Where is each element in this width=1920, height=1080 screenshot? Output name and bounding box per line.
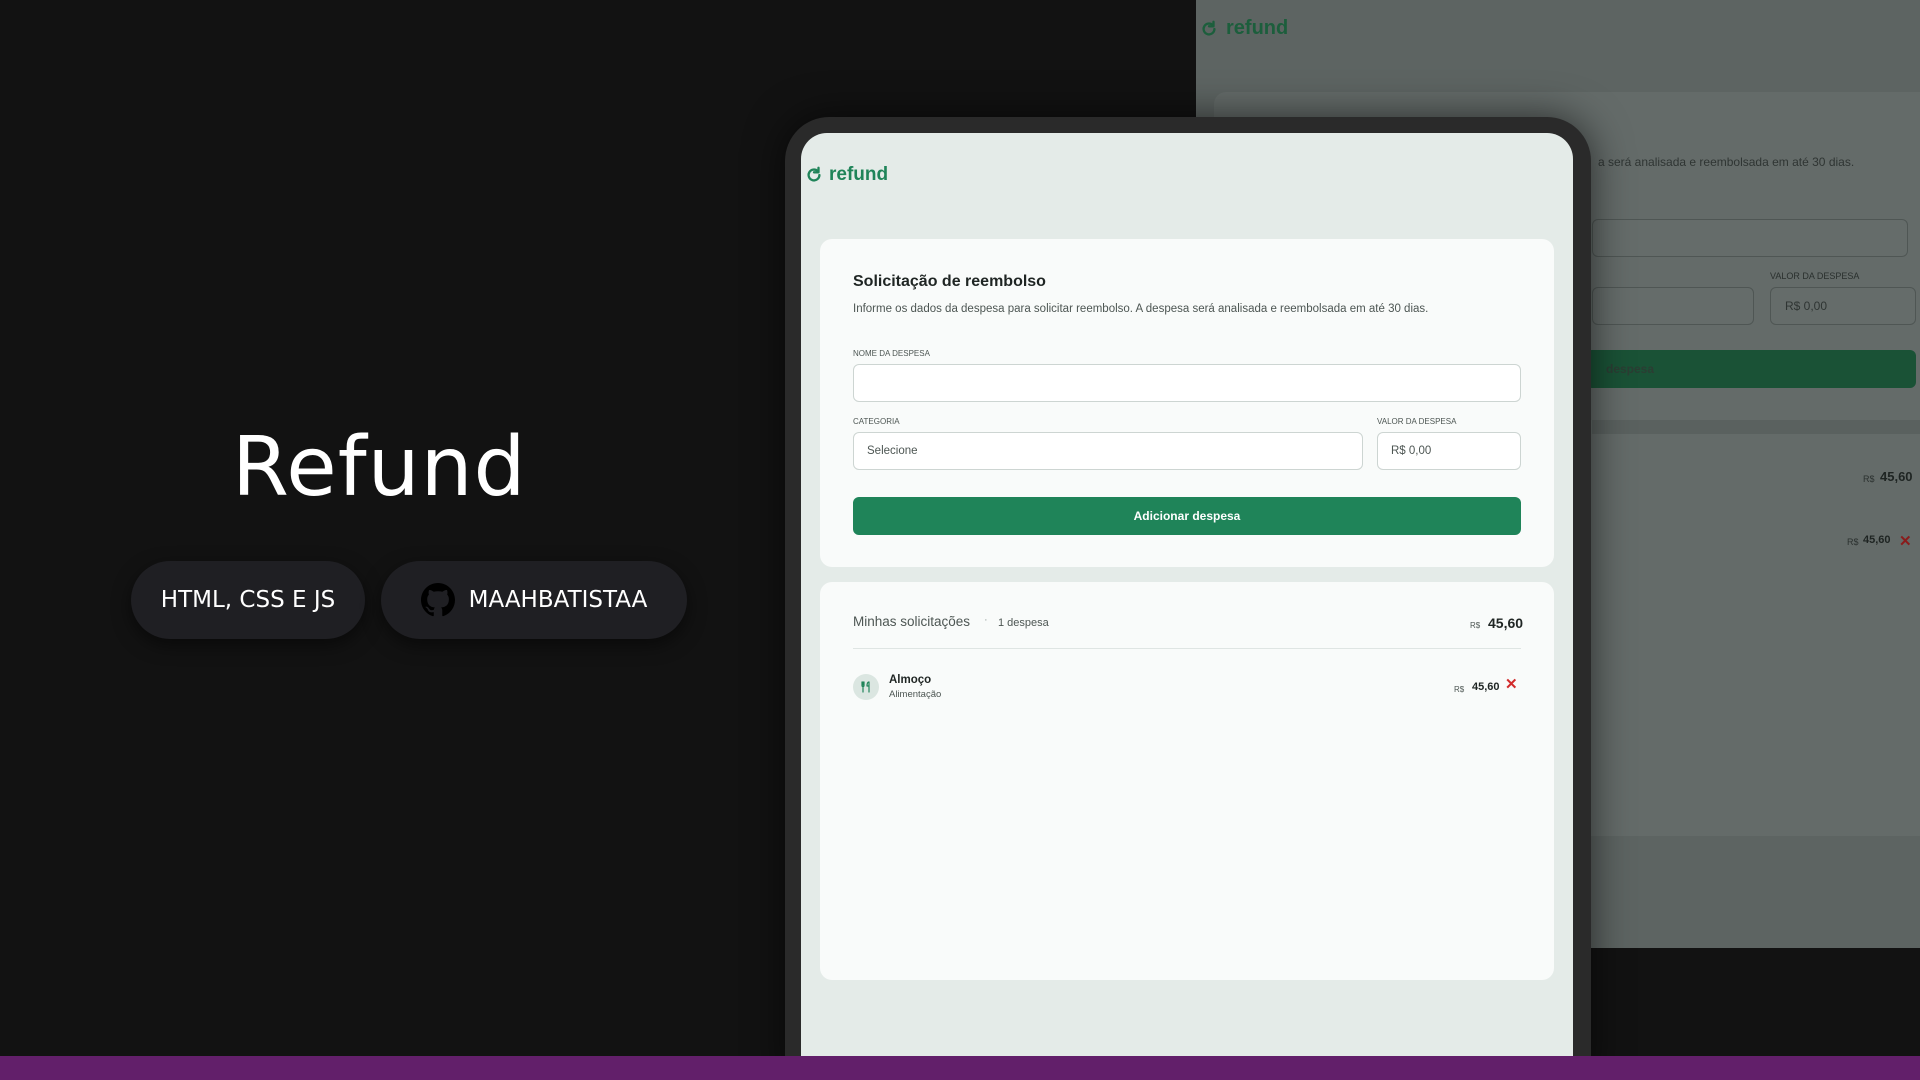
github-link-label: MAAHBATISTAA (468, 587, 648, 613)
remove-item-icon[interactable]: ✕ (1505, 677, 1518, 692)
category-placeholder: Selecione (867, 445, 918, 457)
list-separator: · (984, 614, 988, 626)
background-logo: refund (1200, 17, 1288, 40)
app-screen: refund Solicitação de reembolso Informe … (801, 133, 1573, 1080)
bottom-accent-bar (0, 1056, 1920, 1080)
background-subtitle: a será analisada e reembolsada em até 30… (1598, 155, 1855, 169)
utensils-icon (853, 674, 879, 700)
category-label: CATEGORIA (853, 417, 900, 426)
background-amount-placeholder: R$ 0,00 (1785, 299, 1828, 313)
form-title: Solicitação de reembolso (853, 273, 1046, 290)
expense-name-input[interactable] (853, 364, 1521, 402)
github-icon (420, 583, 455, 617)
item-name: Almoço (889, 674, 932, 686)
item-category: Alimentação (889, 689, 942, 700)
background-add-label: despesa (1606, 362, 1655, 376)
background-amount-label: VALOR DA DESPESA (1770, 271, 1860, 281)
background-name-input (1592, 219, 1908, 257)
hero-title: Refund (232, 420, 527, 515)
category-select[interactable]: Selecione (853, 432, 1363, 470)
list-divider (853, 648, 1521, 649)
refund-form: Solicitação de reembolso Informe os dado… (820, 239, 1554, 567)
app-logo[interactable]: refund (805, 164, 888, 186)
total-currency: R$ (1470, 621, 1481, 630)
background-add-button: despesa (1586, 350, 1916, 388)
background-remove-icon: ✕ (1899, 533, 1912, 550)
form-subtitle: Informe os dados da despesa para solicit… (853, 303, 1429, 315)
background-item-currency: R$ (1847, 537, 1859, 547)
background-item-value: 45,60 (1863, 534, 1891, 546)
refresh-icon (1202, 20, 1216, 35)
tech-badge[interactable]: HTML, CSS E JS (131, 561, 365, 639)
background-divider (1592, 420, 1920, 434)
total-value: 45,60 (1488, 615, 1524, 631)
item-value: 45,60 (1472, 681, 1500, 693)
background-logo-text: refund (1226, 17, 1289, 39)
amount-placeholder: R$ 0,00 (1391, 445, 1432, 457)
expense-count: 1 despesa (998, 617, 1049, 629)
github-link[interactable]: MAAHBATISTAA (381, 561, 687, 639)
amount-label: VALOR DA DESPESA (1377, 417, 1457, 426)
item-currency: R$ (1454, 685, 1465, 694)
background-category-input (1592, 287, 1754, 325)
add-expense-button[interactable]: Adicionar despesa (853, 497, 1521, 535)
tech-badge-label: HTML, CSS E JS (160, 587, 336, 613)
app-logo-text: refund (829, 164, 889, 185)
amount-input[interactable]: R$ 0,00 (1377, 432, 1521, 470)
refresh-icon (807, 166, 821, 182)
background-total-currency: R$ (1863, 474, 1875, 484)
list-title: Minhas solicitações (853, 614, 971, 629)
expense-name-label: NOME DA DESPESA (853, 349, 930, 358)
background-total-value: 45,60 (1880, 469, 1913, 484)
requests-list: Minhas solicitações · 1 despesa R$ 45,60… (820, 582, 1554, 980)
